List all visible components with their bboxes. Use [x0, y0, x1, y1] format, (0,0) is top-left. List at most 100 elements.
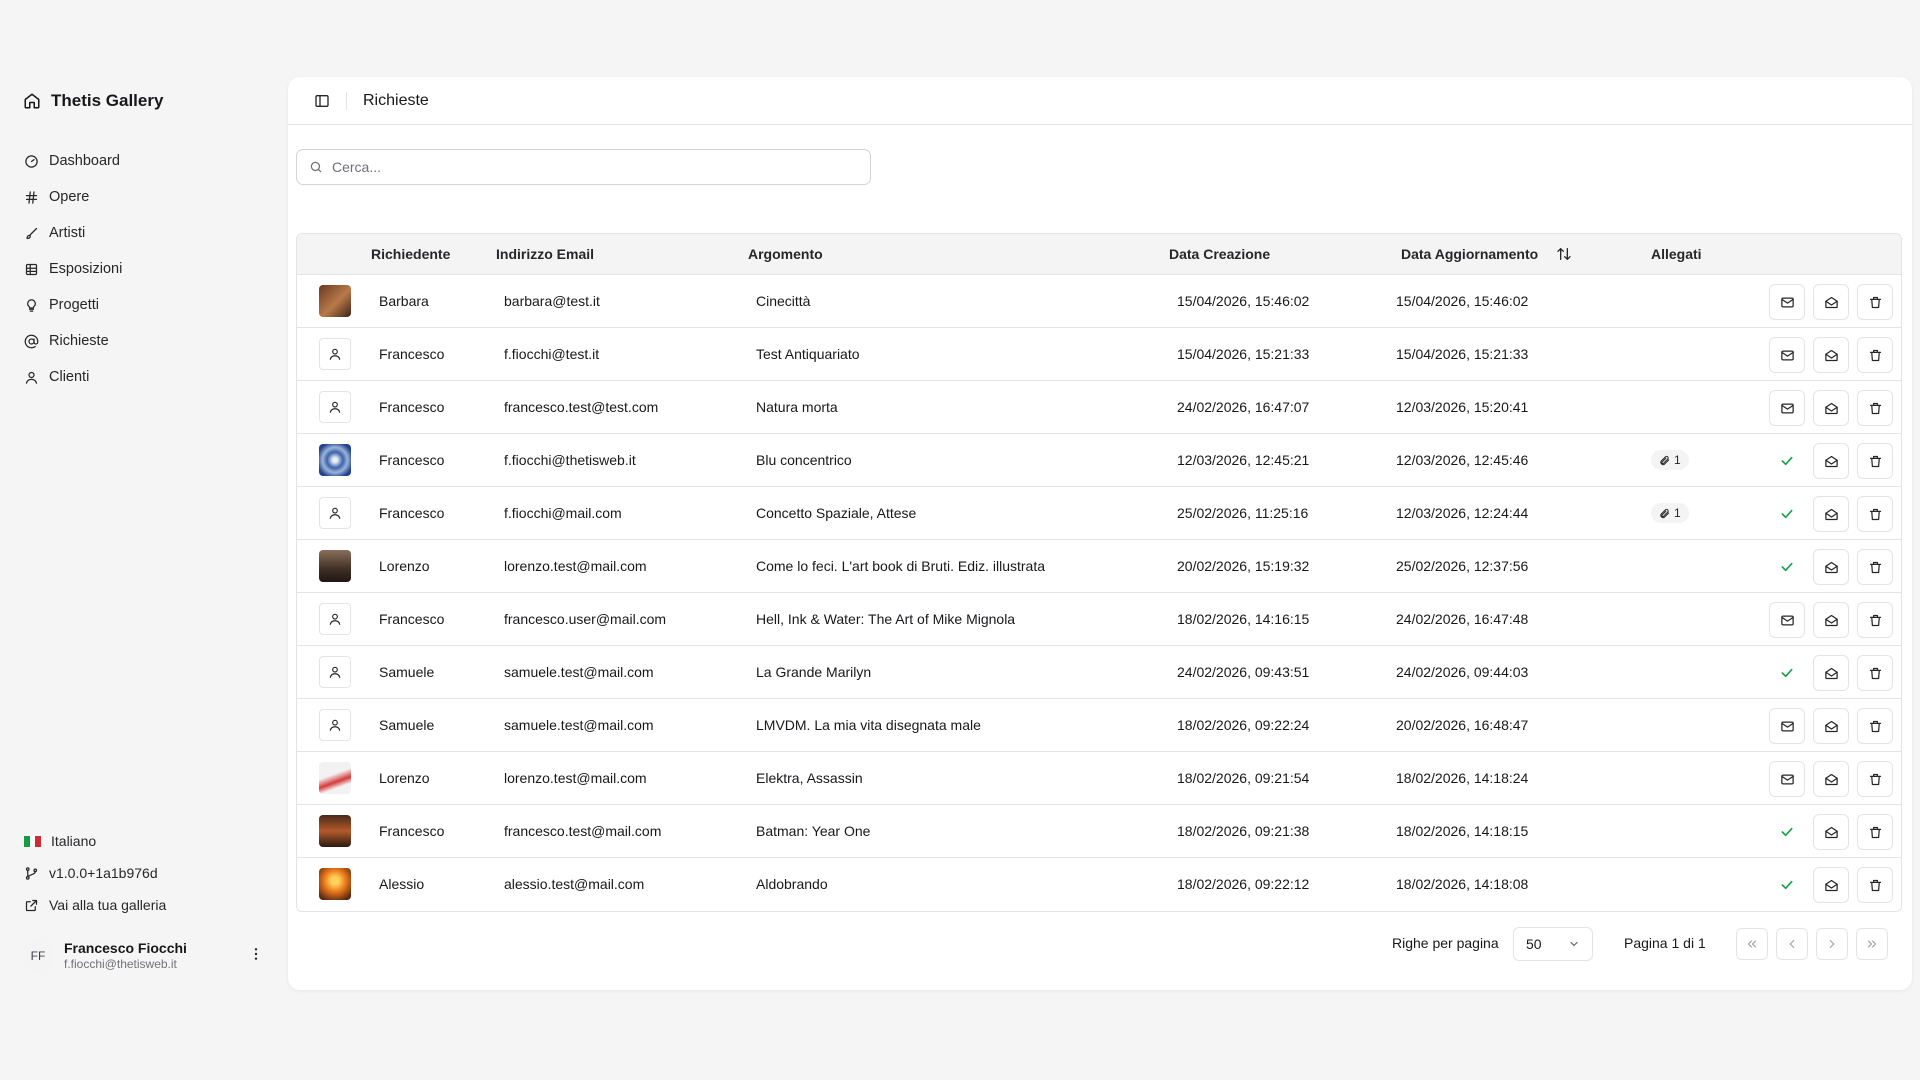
user-placeholder-icon — [319, 338, 351, 370]
header-email[interactable]: Indirizzo Email — [496, 246, 594, 262]
search-box[interactable] — [296, 149, 871, 185]
version-info: v1.0.0+1a1b976d — [24, 857, 274, 889]
reply-button[interactable] — [1813, 443, 1849, 479]
mail-open-icon — [1824, 878, 1839, 893]
user-profile[interactable]: FF Francesco Fiocchi f.fiocchi@thetisweb… — [24, 940, 264, 971]
updated-date: 18/02/2026, 14:18:24 — [1396, 770, 1529, 786]
delete-button[interactable] — [1857, 496, 1893, 532]
delete-button[interactable] — [1857, 867, 1893, 903]
table-row[interactable]: Samuele samuele.test@mail.com LMVDM. La mi… — [297, 699, 1901, 752]
reply-button[interactable] — [1813, 337, 1849, 373]
header-updated[interactable]: Data Aggiornamento — [1401, 246, 1538, 262]
table-row[interactable]: Francesco f.fiocchi@thetisweb.it Blu conce… — [297, 434, 1901, 487]
attachments-badge[interactable]: 1 — [1651, 450, 1689, 470]
trash-icon — [1868, 348, 1883, 363]
table-row[interactable]: Alessio alessio.test@mail.com Aldobrando 18… — [297, 858, 1901, 911]
delete-button[interactable] — [1857, 708, 1893, 744]
mark-read-button[interactable] — [1769, 761, 1805, 797]
brush-icon — [24, 226, 39, 241]
table-row[interactable]: Francesco francesco.test@mail.com Batman: … — [297, 805, 1901, 858]
created-date: 12/03/2026, 12:45:21 — [1177, 452, 1310, 468]
mail-icon — [1780, 719, 1795, 734]
reply-button[interactable] — [1813, 708, 1849, 744]
mail-open-icon — [1824, 560, 1839, 575]
prev-page-button[interactable] — [1776, 928, 1808, 960]
reply-button[interactable] — [1813, 655, 1849, 691]
sidebar-item-clienti[interactable]: Clienti — [24, 359, 274, 395]
header-created[interactable]: Data Creazione — [1169, 246, 1270, 262]
delete-button[interactable] — [1857, 549, 1893, 585]
table-row[interactable]: Barbara barbara@test.it Cinecittà 15/04/202… — [297, 275, 1901, 328]
delete-button[interactable] — [1857, 655, 1893, 691]
read-status-check — [1769, 549, 1805, 585]
mark-read-button[interactable] — [1769, 602, 1805, 638]
sidebar-toggle-icon[interactable] — [314, 93, 330, 109]
table-row[interactable]: Francesco f.fiocchi@test.it Test Antiquari… — [297, 328, 1901, 381]
created-date: 18/02/2026, 09:22:24 — [1177, 717, 1310, 733]
mark-read-button[interactable] — [1769, 708, 1805, 744]
table-row[interactable]: Francesco f.fiocchi@mail.com Concetto Spaz… — [297, 487, 1901, 540]
mark-read-button[interactable] — [1769, 337, 1805, 373]
request-topic: Batman: Year One — [756, 823, 871, 839]
check-icon — [1779, 665, 1795, 681]
rows-per-page-select[interactable]: 50 — [1513, 927, 1593, 961]
header-requester[interactable]: Richiedente — [371, 246, 450, 262]
reply-button[interactable] — [1813, 284, 1849, 320]
gallery-link[interactable]: Vai alla tua galleria — [24, 889, 274, 921]
read-status-check — [1769, 655, 1805, 691]
created-date: 25/02/2026, 11:25:16 — [1177, 505, 1309, 521]
delete-button[interactable] — [1857, 284, 1893, 320]
sidebar-item-label: Artisti — [49, 225, 86, 241]
app-brand[interactable]: Thetis Gallery — [23, 91, 163, 111]
sidebar-item-artisti[interactable]: Artisti — [24, 215, 274, 251]
sidebar-item-richieste[interactable]: Richieste — [24, 323, 274, 359]
header-topic[interactable]: Argomento — [748, 246, 823, 262]
mail-open-icon — [1824, 613, 1839, 628]
header-attachments[interactable]: Allegati — [1651, 246, 1702, 262]
search-input[interactable] — [332, 159, 852, 175]
check-icon — [1779, 453, 1795, 469]
row-actions — [1769, 390, 1893, 426]
row-actions — [1769, 814, 1893, 850]
next-page-button[interactable] — [1816, 928, 1848, 960]
sidebar-item-progetti[interactable]: Progetti — [24, 287, 274, 323]
delete-button[interactable] — [1857, 602, 1893, 638]
mail-icon — [1780, 401, 1795, 416]
created-date: 18/02/2026, 09:21:54 — [1177, 770, 1310, 786]
sidebar-item-dashboard[interactable]: Dashboard — [24, 143, 274, 179]
table-row[interactable]: Francesco francesco.test@test.com Natura m… — [297, 381, 1901, 434]
sort-arrows-icon[interactable] — [1556, 246, 1572, 262]
table-row[interactable]: Francesco francesco.user@mail.com Hell, In… — [297, 593, 1901, 646]
reply-button[interactable] — [1813, 549, 1849, 585]
sidebar-item-opere[interactable]: Opere — [24, 179, 274, 215]
sidebar-item-esposizioni[interactable]: Esposizioni — [24, 251, 274, 287]
delete-button[interactable] — [1857, 390, 1893, 426]
last-page-button[interactable] — [1856, 928, 1888, 960]
table-row[interactable]: Lorenzo lorenzo.test@mail.com Elektra, Ass… — [297, 752, 1901, 805]
delete-button[interactable] — [1857, 761, 1893, 797]
more-vertical-icon[interactable] — [248, 946, 264, 962]
attachments-badge[interactable]: 1 — [1651, 503, 1689, 523]
reply-button[interactable] — [1813, 867, 1849, 903]
chevrons-right-icon — [1867, 940, 1877, 948]
reply-button[interactable] — [1813, 390, 1849, 426]
mark-read-button[interactable] — [1769, 390, 1805, 426]
page-indicator: Pagina 1 di 1 — [1624, 935, 1706, 951]
check-icon — [1779, 877, 1795, 893]
request-topic: Aldobrando — [756, 876, 828, 892]
mark-read-button[interactable] — [1769, 284, 1805, 320]
table-row[interactable]: Lorenzo lorenzo.test@mail.com Come lo feci… — [297, 540, 1901, 593]
delete-button[interactable] — [1857, 337, 1893, 373]
chevrons-left-icon — [1747, 940, 1757, 948]
reply-button[interactable] — [1813, 602, 1849, 638]
reply-button[interactable] — [1813, 496, 1849, 532]
user-placeholder-icon — [319, 497, 351, 529]
reply-button[interactable] — [1813, 761, 1849, 797]
first-page-button[interactable] — [1736, 928, 1768, 960]
reply-button[interactable] — [1813, 814, 1849, 850]
delete-button[interactable] — [1857, 443, 1893, 479]
trash-icon — [1868, 295, 1883, 310]
language-selector[interactable]: Italiano — [24, 825, 274, 857]
delete-button[interactable] — [1857, 814, 1893, 850]
table-row[interactable]: Samuele samuele.test@mail.com La Grande Ma… — [297, 646, 1901, 699]
